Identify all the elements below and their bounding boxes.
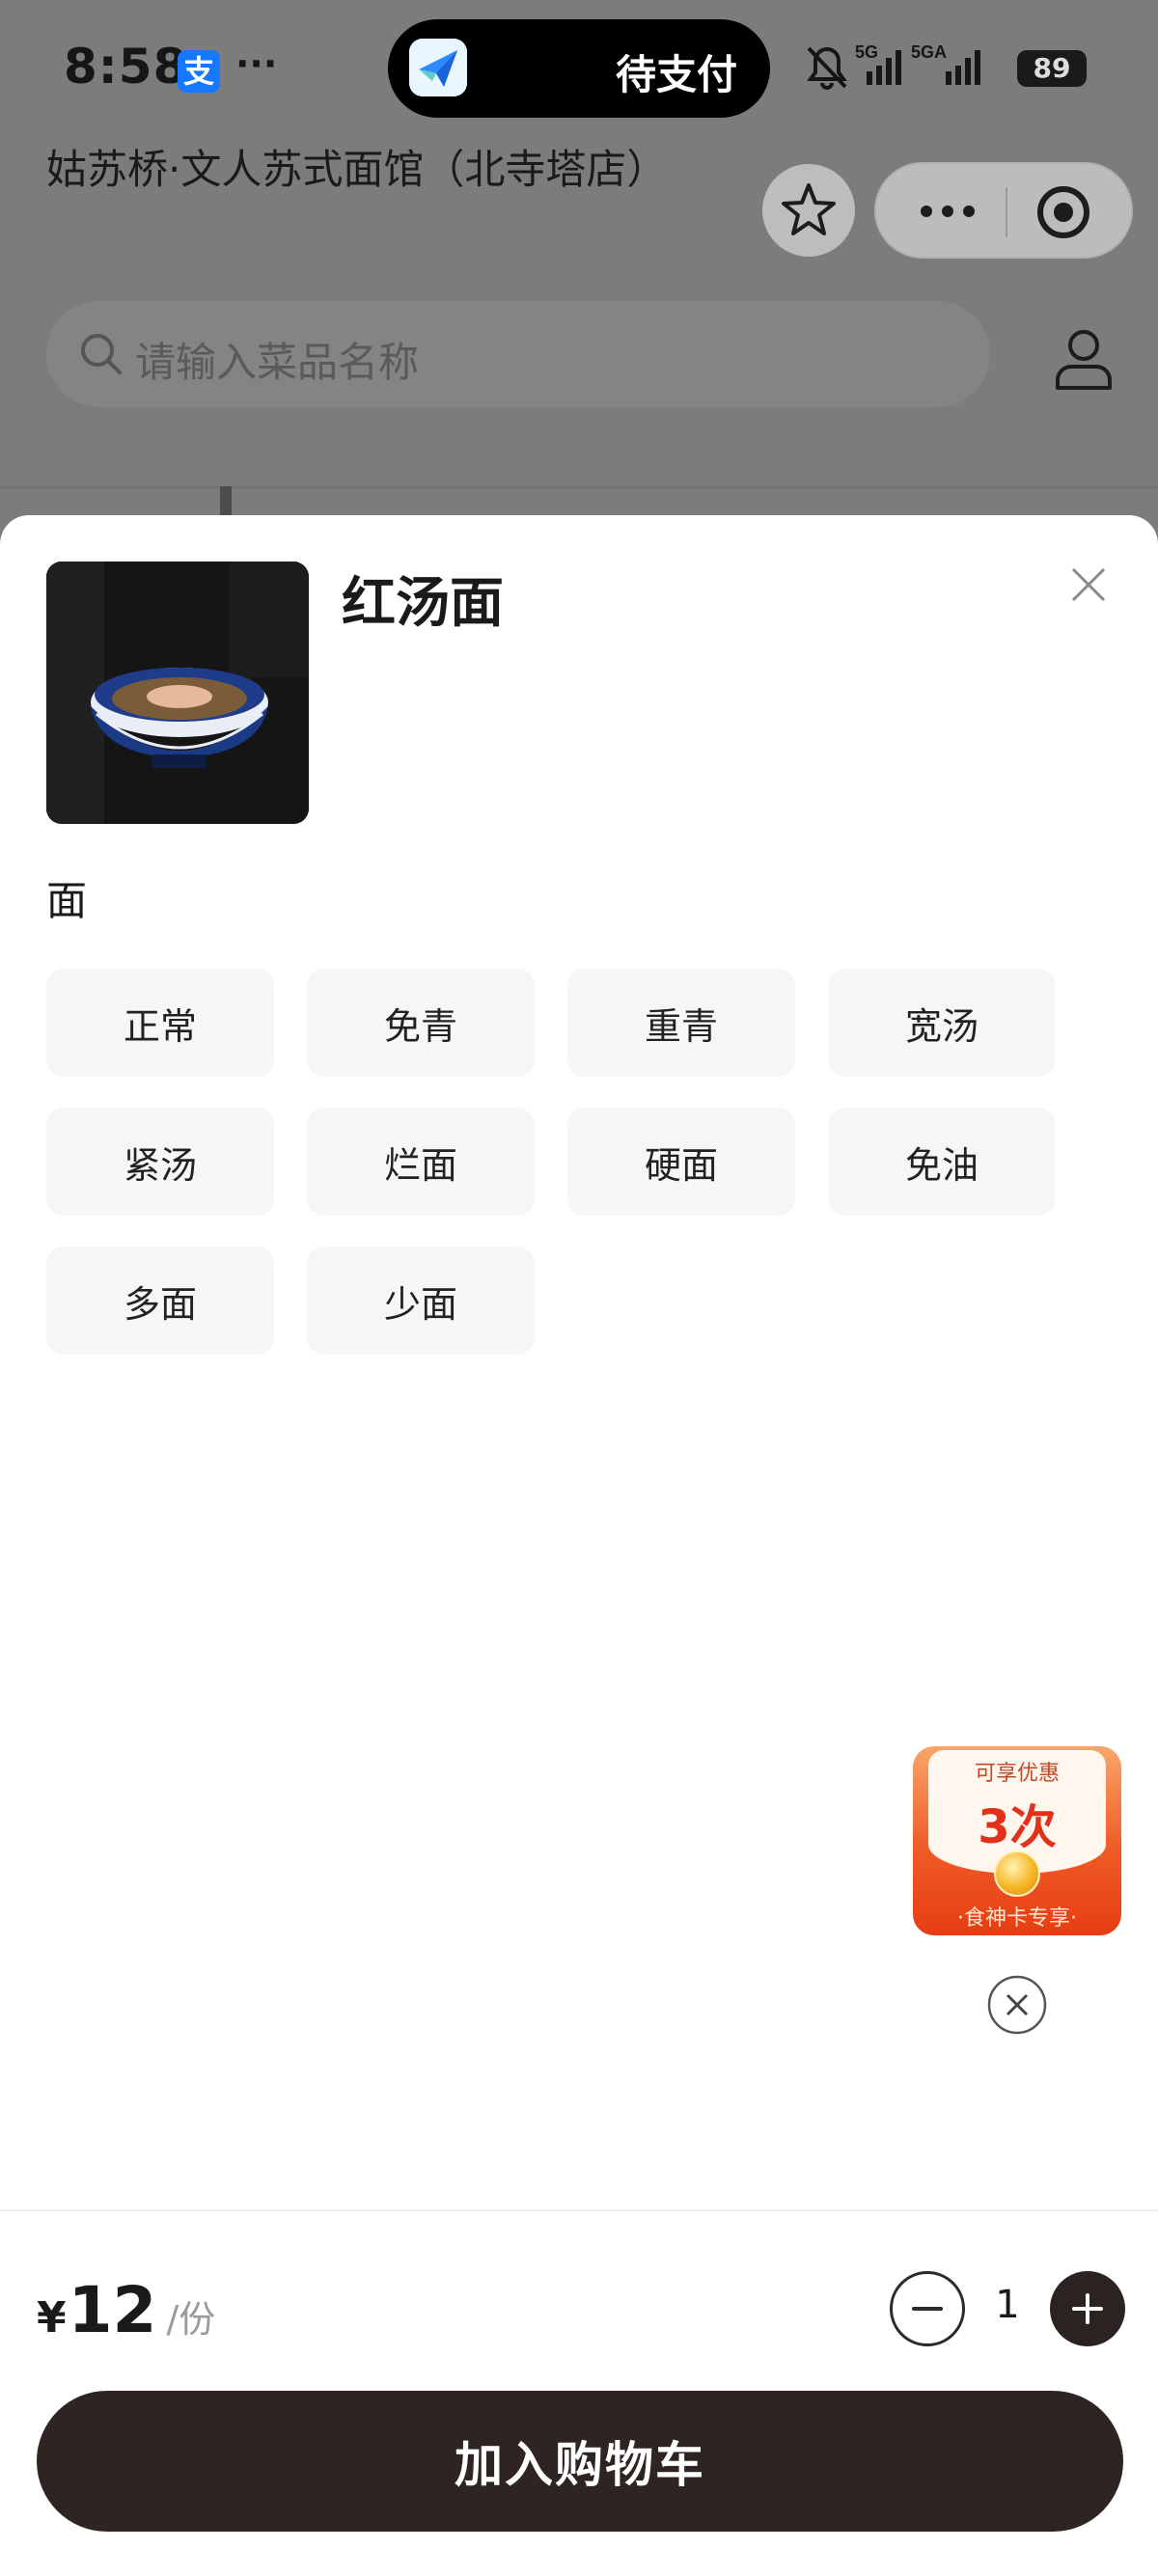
status-time: 8:58 <box>64 39 188 95</box>
close-sheet-button[interactable] <box>1065 562 1112 608</box>
background-divider <box>0 486 1158 488</box>
promo-card[interactable]: 可享优惠 3次 ·食神卡专享· <box>913 1746 1121 1935</box>
promo-footer: ·食神卡专享· <box>957 1906 1077 1931</box>
paper-plane-app-icon <box>409 39 467 96</box>
option-chip[interactable]: 免青 <box>307 969 535 1077</box>
dish-name: 红汤面 <box>342 572 504 635</box>
option-group-title: 面 <box>46 877 88 924</box>
dish-options-sheet: 红汤面 面 正常 免青 重青 宽汤 紧汤 烂面 硬面 免油 多面 少面 <box>0 515 1158 2576</box>
alipay-icon: 支 <box>178 50 220 93</box>
dish-photo <box>46 562 309 824</box>
circle-close-icon <box>987 1975 1047 2035</box>
minus-icon <box>912 2307 943 2311</box>
option-chip[interactable]: 免油 <box>828 1108 1056 1216</box>
search-icon <box>81 334 122 374</box>
store-title: 姑苏桥·文人苏式面馆（北寺塔店） <box>46 146 668 193</box>
price-unit: /份 <box>166 2298 216 2341</box>
profile-button[interactable] <box>1052 326 1116 394</box>
search-placeholder: 请输入菜品名称 <box>135 339 420 386</box>
promo-count: 3次 <box>978 1800 1057 1854</box>
coin-icon <box>994 1850 1040 1897</box>
capsule-divider <box>1006 187 1007 237</box>
star-icon <box>782 183 836 235</box>
promo-card-body: 可享优惠 3次 ·食神卡专享· <box>913 1746 1121 1935</box>
more-dots-icon <box>921 206 975 217</box>
decrease-quantity-button[interactable] <box>890 2271 965 2346</box>
quantity-value: 1 <box>995 2283 1020 2327</box>
status-more-icon: ··· <box>235 42 278 85</box>
target-icon <box>1037 186 1089 238</box>
favorite-button[interactable] <box>762 164 855 257</box>
price-currency: ¥ <box>37 2293 67 2343</box>
search-input[interactable]: 请输入菜品名称 <box>46 301 990 407</box>
footer-divider <box>0 2209 1158 2211</box>
pending-payment-text: 待支付 <box>615 51 737 98</box>
status-bar: 8:58 支 ··· 待支付 5G 5GA 89 <box>0 0 1158 135</box>
network-label-1: 5G <box>855 42 878 62</box>
price: ¥ 12 /份 <box>37 2273 215 2347</box>
increase-quantity-button[interactable] <box>1050 2271 1125 2346</box>
option-chip[interactable]: 正常 <box>46 969 274 1077</box>
background-page: 8:58 支 ··· 待支付 5G 5GA 89 姑苏桥·文人苏式面馆（北寺塔店… <box>0 0 1158 540</box>
mini-program-capsule <box>874 162 1133 259</box>
more-button[interactable] <box>911 183 984 239</box>
close-program-button[interactable] <box>1033 181 1094 243</box>
plus-icon <box>1072 2293 1103 2324</box>
add-to-cart-button[interactable]: 加入购物车 <box>37 2391 1123 2532</box>
close-icon <box>1071 567 1106 602</box>
promo-dismiss-button[interactable] <box>986 1974 1048 2036</box>
option-chip[interactable]: 烂面 <box>307 1108 535 1216</box>
option-chip[interactable]: 重青 <box>567 969 795 1077</box>
user-icon <box>1056 330 1112 390</box>
dynamic-island[interactable]: 待支付 <box>388 19 770 118</box>
noodle-bowl-image <box>46 562 309 824</box>
option-chip[interactable]: 多面 <box>46 1247 274 1355</box>
network-label-2: 5GA <box>911 42 947 62</box>
option-chip[interactable]: 紧汤 <box>46 1108 274 1216</box>
status-indicators: 5G 5GA 89 <box>803 35 1092 102</box>
price-value: 12 <box>68 2273 157 2347</box>
option-chip[interactable]: 硬面 <box>567 1108 795 1216</box>
battery-indicator: 89 <box>1017 50 1087 87</box>
signal-icons: 5G 5GA <box>807 42 980 90</box>
option-chip[interactable]: 宽汤 <box>828 969 1056 1077</box>
option-chip[interactable]: 少面 <box>307 1247 535 1355</box>
option-chip-grid: 正常 免青 重青 宽汤 紧汤 烂面 硬面 免油 多面 少面 <box>46 969 1069 1355</box>
promo-label: 可享优惠 <box>974 1762 1060 1786</box>
